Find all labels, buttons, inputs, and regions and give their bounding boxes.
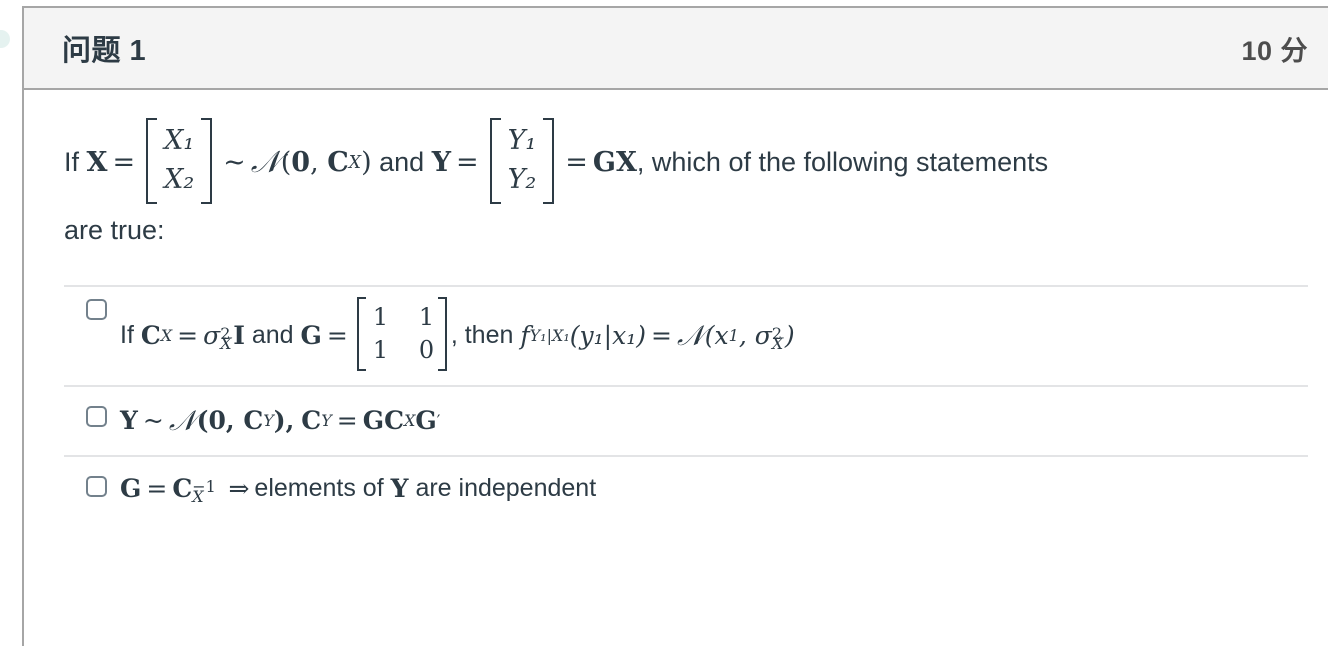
a1-matrix-r2c2: 0 (418, 335, 435, 364)
y-column-vector: Y₁ Y₂ (489, 118, 555, 204)
a2-equals: = (336, 406, 358, 436)
a1-matrix-r1c2: 1 (418, 302, 435, 331)
bracket-left-icon (489, 118, 501, 204)
answer-checkbox-3[interactable] (86, 475, 107, 497)
prompt-gx: GX (592, 147, 637, 179)
a1-pdf-f: f (520, 321, 530, 351)
a1-matrix-r1c1: 1 (372, 302, 389, 331)
a1-matrix-r2c1: 1 (372, 335, 389, 364)
a2-cov-y2: C (301, 406, 322, 436)
a3-text: elements of (254, 473, 384, 502)
a1-matrix: 11 10 (356, 296, 447, 371)
prompt-x-symbol: X (86, 147, 108, 179)
prompt-tail-line1: , which of the following statements (636, 147, 1049, 178)
prompt-equals-2: = (455, 147, 479, 179)
prompt-equals-1: = (112, 147, 136, 179)
a1-identity: I (233, 321, 245, 351)
prompt-y-symbol: Y (431, 147, 451, 179)
a2-cov-y: C (243, 406, 264, 436)
a2-y: Y (120, 406, 138, 436)
a3-implies-icon: ⇒ (228, 473, 250, 503)
prompt-and: and (379, 147, 425, 178)
bracket-left-icon (356, 296, 366, 371)
bracket-right-icon (201, 118, 213, 204)
a1-equals-2: = (326, 321, 348, 351)
bracket-right-icon (437, 296, 447, 371)
prompt-normal-symbol: 𝒩 (250, 144, 280, 180)
a2-tilde: ~ (142, 406, 164, 436)
answer-text-3: G = C −1 X ⇒ elements of Y are independe… (120, 470, 596, 508)
a1-g: G (300, 321, 322, 351)
answer-options-list: If CX = σ 2 X I and G = 11 1 0 , then f … (64, 284, 1308, 521)
answer-option-1[interactable]: If CX = σ 2 X I and G = 11 1 0 , then f … (64, 284, 1308, 385)
a2-mean-zero: 0 (208, 406, 226, 436)
a2-normal: 𝒩 (168, 403, 196, 437)
a1-cov-x: C (140, 321, 161, 351)
bracket-left-icon (146, 118, 158, 204)
prompt-mean-zero: 0 (291, 147, 311, 179)
prompt-cov-x: C (327, 147, 349, 179)
question-card: 问题 1 10 分 If X = X₁ X₂ ~ 𝒩(0, C X) and Y… (22, 6, 1328, 646)
a3-cov-x: C (172, 473, 193, 503)
a1-sigma: σ (203, 321, 221, 351)
a1-normal-sigma: σ (754, 321, 772, 351)
answer-checkbox-1[interactable] (86, 298, 107, 320)
a1-normal: 𝒩 (676, 318, 704, 352)
a1-normal-mean: x (714, 321, 729, 351)
a2-gc: GC (362, 406, 404, 436)
x-vector-row-1: X₁ (164, 125, 195, 156)
bracket-right-icon (543, 118, 555, 204)
prompt-if: If (64, 147, 80, 178)
a1-then: , then (450, 321, 514, 350)
answer-text-1: If CX = σ 2 X I and G = 11 1 0 , then f … (120, 296, 795, 373)
answer-option-2[interactable]: Y ~ 𝒩(0, C Y), CY = GC X G ′ (64, 384, 1308, 455)
answer-option-3[interactable]: G = C −1 X ⇒ elements of Y are independe… (64, 454, 1308, 521)
question-header: 问题 1 10 分 (24, 6, 1328, 90)
y-vector-row-1: Y₁ (507, 125, 537, 156)
x-column-vector: X₁ X₂ (146, 118, 213, 204)
prompt-equals-3: = (565, 147, 588, 179)
answer-text-2: Y ~ 𝒩(0, C Y), CY = GC X G ′ (120, 400, 440, 442)
a3-g: G (120, 473, 142, 503)
page-title: 问题 1 (62, 35, 147, 67)
a1-equals-1: = (177, 321, 199, 351)
a2-comma: , (285, 406, 295, 436)
a1-if: If (120, 321, 134, 350)
y-vector-row-2: Y₂ (507, 163, 537, 195)
question-points: 10 分 (1241, 35, 1308, 66)
a1-pdf-args: (y₁|x₁) (569, 321, 646, 351)
answer-checkbox-2[interactable] (86, 405, 107, 427)
question-prompt: If X = X₁ X₂ ~ 𝒩(0, C X) and Y = Y₁ Y₂ =… (64, 118, 1308, 251)
x-vector-row-2: X₂ (164, 163, 195, 195)
prompt-tail-line2: are true: (64, 214, 165, 245)
a2-g: G (415, 406, 437, 436)
a1-equals-3: = (650, 321, 672, 351)
question-body: If X = X₁ X₂ ~ 𝒩(0, C X) and Y = Y₁ Y₂ =… (24, 90, 1328, 520)
prompt-tilde: ~ (223, 147, 246, 179)
a1-and: and (251, 321, 294, 350)
a3-y: Y (390, 473, 409, 503)
a3-text2: are independent (415, 473, 597, 502)
cutoff-indicator-icon (0, 30, 10, 48)
a3-equals: = (146, 473, 168, 503)
